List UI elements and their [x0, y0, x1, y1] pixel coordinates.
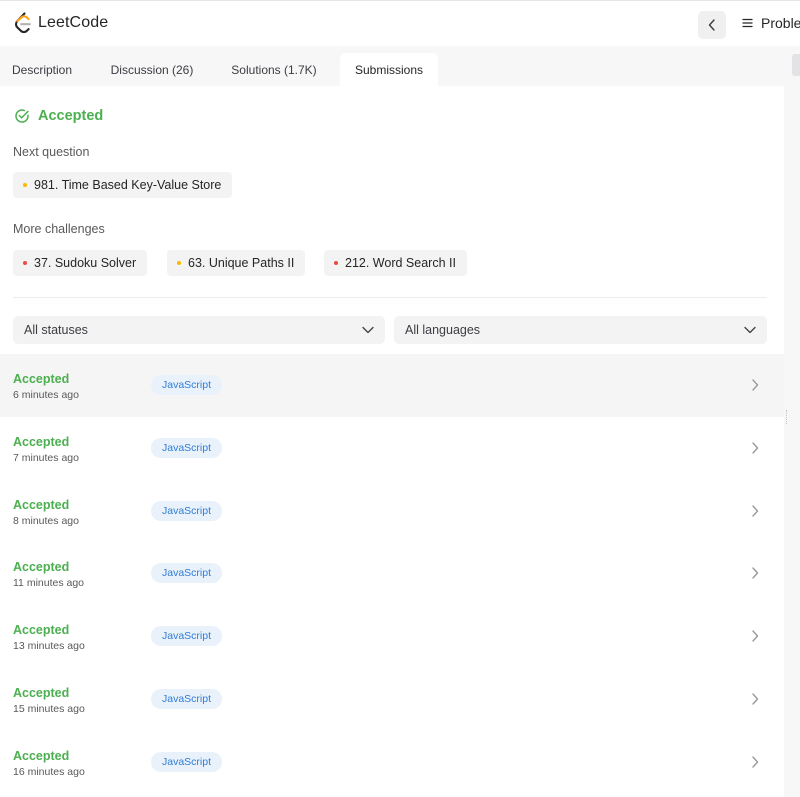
list-icon [742, 18, 753, 28]
chevron-right-icon [752, 504, 759, 517]
submission-row[interactable]: Accepted 16 minutes ago JavaScript [0, 731, 784, 794]
submission-status: Accepted [13, 748, 70, 763]
language-badge: JavaScript [151, 437, 223, 458]
submission-list: Accepted 6 minutes ago JavaScript Accept… [0, 354, 784, 794]
chevron-right-icon [752, 756, 759, 768]
submission-status: Accepted [13, 623, 70, 638]
chevron-right-icon [752, 379, 759, 391]
more-challenges-label: More challenges [13, 222, 105, 236]
submission-row[interactable]: Accepted 8 minutes ago JavaScript [0, 480, 784, 543]
submission-time: 16 minutes ago [13, 765, 85, 778]
chevron-right-icon [752, 442, 759, 454]
challenge-chip-word-search-ii[interactable]: 212. Word Search II [324, 250, 467, 276]
language-badge: JavaScript [151, 375, 223, 395]
chevron-left-icon [708, 19, 715, 31]
submission-row[interactable]: Accepted 6 minutes ago JavaScript [0, 354, 784, 417]
difficulty-medium-icon [23, 183, 27, 187]
submission-row[interactable]: Accepted 15 minutes ago JavaScript [0, 668, 784, 731]
problem-list-link[interactable]: Problems [742, 15, 800, 31]
submission-status: Accepted [13, 434, 70, 449]
panel-resize-handle[interactable] [786, 410, 788, 424]
tab-solutions[interactable]: Solutions (1.7K) [222, 53, 326, 86]
chevron-right-icon [752, 630, 759, 642]
leetcode-logo-icon [14, 12, 31, 34]
next-question-label: Next question [13, 145, 90, 159]
language-filter-select[interactable]: All languages [394, 316, 767, 344]
challenge-chip-sudoku-solver[interactable]: 37. Sudoku Solver [13, 250, 148, 276]
difficulty-hard-icon [334, 261, 338, 265]
tab-submissions[interactable]: Submissions [340, 53, 438, 86]
language-badge: JavaScript [151, 626, 223, 647]
language-badge: JavaScript [151, 751, 223, 772]
submission-row[interactable]: Accepted 11 minutes ago JavaScript [0, 542, 784, 605]
chevron-down-icon [744, 326, 756, 334]
check-circle-icon [15, 109, 29, 123]
panel-toggle-handle[interactable] [792, 54, 800, 76]
submission-time: 6 minutes ago [13, 389, 79, 401]
submission-time: 13 minutes ago [13, 640, 85, 653]
submission-status: Accepted [13, 497, 70, 512]
submission-status: Accepted [13, 560, 70, 575]
submission-status: Accepted [13, 685, 70, 700]
top-bar: LeetCode Problems [0, 0, 800, 46]
section-divider [13, 297, 767, 298]
difficulty-medium-icon [177, 261, 181, 265]
submission-time: 15 minutes ago [13, 702, 85, 715]
language-badge: JavaScript [151, 500, 223, 521]
next-question-row: 981. Time Based Key-Value Store [0, 172, 784, 198]
submission-row[interactable]: Accepted 7 minutes ago JavaScript [0, 417, 784, 480]
logo[interactable]: LeetCode [14, 12, 108, 34]
tab-bar: Description Discussion (26) Solutions (1… [0, 46, 784, 86]
language-badge: JavaScript [151, 563, 223, 584]
logo-text: LeetCode [38, 14, 109, 31]
submission-status: Accepted [13, 372, 70, 386]
problem-list-label: Problems [761, 15, 800, 31]
status-filter-select[interactable]: All statuses [13, 316, 385, 344]
submission-row[interactable]: Accepted 13 minutes ago JavaScript [0, 605, 784, 668]
next-question-chip[interactable]: 981. Time Based Key-Value Store [13, 172, 233, 198]
language-badge: JavaScript [151, 688, 223, 709]
chevron-down-icon [362, 326, 374, 334]
chevron-right-icon [752, 693, 759, 705]
submission-time: 11 minutes ago [13, 577, 85, 590]
challenge-chip-unique-paths-ii[interactable]: 63. Unique Paths II [167, 250, 306, 276]
result-status: Accepted [38, 108, 104, 124]
submission-time: 8 minutes ago [13, 514, 79, 527]
chevron-right-icon [752, 567, 759, 580]
prev-problem-button[interactable] [698, 11, 726, 39]
tab-discussion[interactable]: Discussion (26) [100, 53, 204, 86]
tab-description[interactable]: Description [0, 53, 84, 86]
submission-time: 7 minutes ago [13, 451, 79, 464]
result-header: Accepted [14, 108, 103, 124]
more-challenges-row: 37. Sudoku Solver 63. Unique Paths II 21… [0, 250, 784, 276]
difficulty-hard-icon [23, 261, 27, 265]
